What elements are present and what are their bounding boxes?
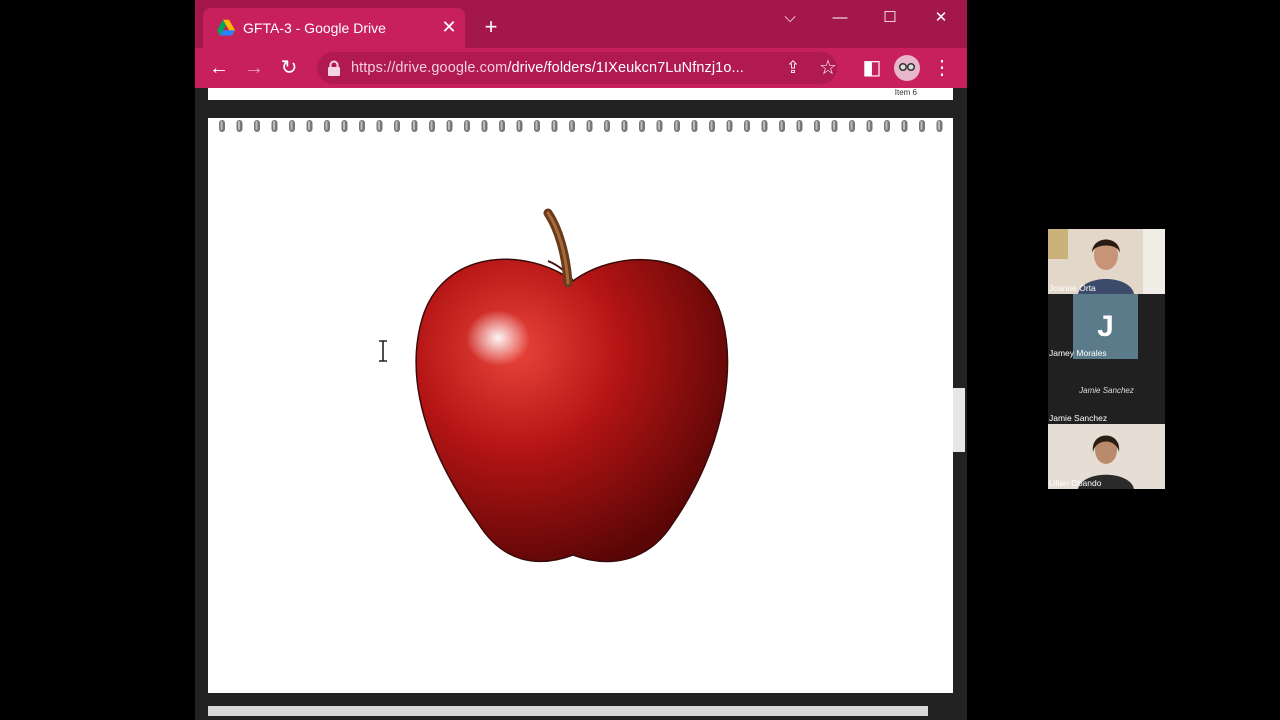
participant-tile[interactable]: J Jamey Morales — [1048, 294, 1165, 359]
participant-name: Jamie Sanchez — [1049, 413, 1108, 423]
previous-page-card: Item 6 — [208, 88, 953, 100]
participant-tile[interactable]: Jamie Sanchez Jamie Sanchez — [1048, 359, 1165, 424]
star-icon[interactable]: ☆ — [816, 56, 840, 80]
spiral-binding — [216, 120, 946, 132]
minimize-icon[interactable]: — — [825, 8, 855, 28]
vertical-scrollbar-thumb[interactable] — [953, 388, 965, 452]
drive-preview-area: Item 6 — [195, 88, 967, 720]
new-tab-icon[interactable]: + — [480, 16, 502, 38]
participant-tile[interactable]: Joanne Orta — [1048, 229, 1165, 294]
close-window-icon[interactable]: ✕ — [926, 8, 956, 28]
url-text: https://drive.google.com/drive/folders/1… — [351, 60, 744, 76]
apple-illustration — [415, 208, 729, 563]
participant-tile[interactable]: Lilian Obando — [1048, 424, 1165, 489]
google-drive-icon — [217, 19, 235, 36]
horizontal-scrollbar-thumb[interactable] — [208, 706, 928, 716]
participant-center-name: Jamie Sanchez — [1079, 386, 1134, 395]
maximize-icon[interactable]: ☐ — [875, 8, 905, 28]
menu-kebab-icon[interactable]: ⋮ — [930, 56, 954, 80]
tab-google-drive[interactable]: GFTA-3 - Google Drive ✕ — [203, 8, 465, 48]
flipbook-page — [208, 118, 953, 693]
text-cursor-icon — [379, 340, 387, 362]
side-panel-icon[interactable]: ◧ — [860, 56, 884, 80]
lock-icon — [328, 60, 340, 76]
close-tab-icon[interactable]: ✕ — [439, 17, 459, 37]
forward-arrow-icon[interactable]: → — [242, 56, 266, 80]
participant-name: Jamey Morales — [1049, 348, 1107, 358]
tab-bar: GFTA-3 - Google Drive ✕ + ⌵ — ☐ ✕ — [195, 0, 967, 48]
participant-name: Lilian Obando — [1049, 478, 1102, 488]
back-arrow-icon[interactable]: ← — [207, 56, 231, 80]
tab-search-chevron-icon[interactable]: ⌵ — [775, 8, 805, 28]
address-bar[interactable]: https://drive.google.com/drive/folders/1… — [317, 52, 837, 84]
tab-title: GFTA-3 - Google Drive — [243, 20, 386, 36]
browser-toolbar: ← → ↻ https://drive.google.com/drive/fol… — [195, 48, 967, 88]
share-icon[interactable]: ⇪ — [781, 56, 805, 80]
reload-icon[interactable]: ↻ — [277, 56, 301, 80]
profile-avatar[interactable] — [894, 55, 920, 81]
participant-name: Joanne Orta — [1049, 283, 1096, 293]
previous-item-label: Item 6 — [894, 88, 917, 97]
video-call-participants: Joanne Orta J Jamey Morales Jamie Sanche… — [1048, 229, 1165, 489]
browser-window: GFTA-3 - Google Drive ✕ + ⌵ — ☐ ✕ ← → ↻ … — [195, 0, 967, 720]
